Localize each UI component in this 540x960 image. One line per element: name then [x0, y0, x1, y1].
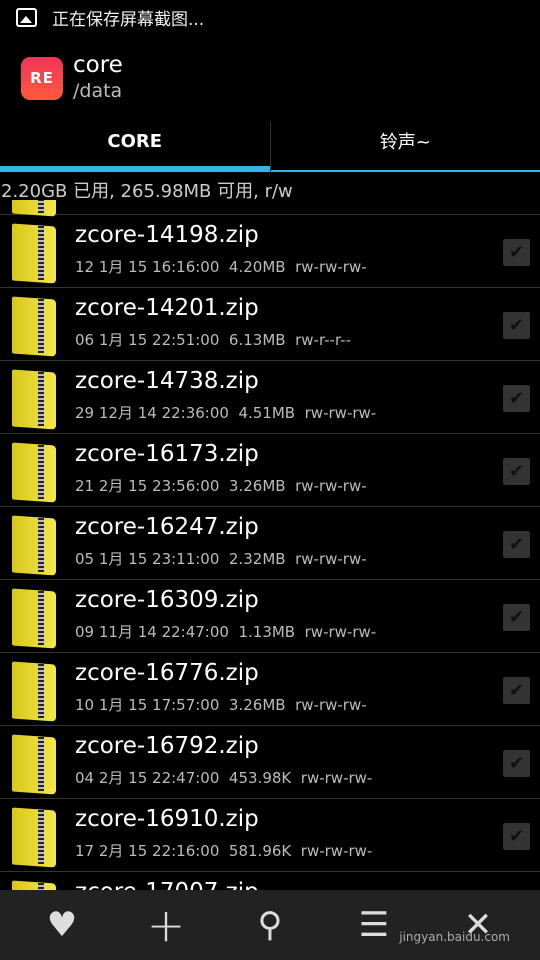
check-icon: ✔: [508, 753, 525, 774]
file-meta: 04 2月 15 22:47:00 453.98K rw-rw-rw-: [75, 769, 373, 787]
zip-folder-icon: [12, 200, 56, 217]
file-name: zcore-16792.zip: [75, 733, 259, 759]
tab-bar: CORE 铃声~: [0, 122, 540, 172]
check-icon: ✔: [508, 680, 525, 701]
zip-folder-icon: [12, 514, 56, 576]
file-meta: 10 1月 15 17:57:00 3.26MB rw-rw-rw-: [75, 696, 367, 714]
zip-folder-icon: [12, 295, 56, 357]
zip-folder-icon: [12, 587, 56, 649]
zip-folder-icon: [12, 806, 56, 868]
select-checkbox[interactable]: ✔: [503, 312, 530, 339]
check-icon: ✔: [508, 242, 525, 263]
zip-folder-icon: [12, 441, 56, 503]
list-item[interactable]: zcore-16776.zip 10 1月 15 17:57:00 3.26MB…: [0, 653, 540, 726]
select-checkbox[interactable]: ✔: [503, 385, 530, 412]
sort-icon: ☰: [358, 905, 390, 945]
list-item[interactable]: zcore-16247.zip 05 1月 15 23:11:00 2.32MB…: [0, 507, 540, 580]
tab-label: 铃声~: [379, 132, 431, 153]
zip-folder-icon: [12, 879, 56, 890]
image-icon: [16, 7, 37, 27]
app-logo[interactable]: RE: [21, 56, 63, 100]
file-name: zcore-16309.zip: [75, 587, 259, 613]
file-meta: 05 1月 15 23:11:00 2.32MB rw-rw-rw-: [75, 550, 367, 568]
select-checkbox[interactable]: ✔: [503, 677, 530, 704]
list-item[interactable]: zcore-14738.zip 29 12月 14 22:36:00 4.51M…: [0, 361, 540, 434]
status-text: 正在保存屏幕截图...: [52, 9, 205, 30]
file-name: zcore-17007.zip: [75, 879, 259, 890]
file-name: zcore-14738.zip: [75, 368, 259, 394]
tab-core[interactable]: CORE: [0, 122, 270, 172]
favorites-button[interactable]: ♥: [32, 905, 92, 945]
file-meta: 12 1月 15 16:16:00 4.20MB rw-rw-rw-: [75, 258, 367, 276]
app-header: RE core /data: [21, 52, 123, 104]
bottom-toolbar: ♥ + ⚲ ☰ ✕: [0, 890, 540, 960]
status-bar: 正在保存屏幕截图...: [0, 0, 540, 34]
file-name: zcore-14201.zip: [75, 295, 259, 321]
check-icon: ✔: [508, 534, 525, 555]
list-item[interactable]: zcore-17007.zip: [0, 872, 540, 890]
file-name: zcore-16173.zip: [75, 441, 259, 467]
select-checkbox[interactable]: ✔: [503, 823, 530, 850]
tab-label: CORE: [107, 130, 163, 152]
list-item[interactable]: zcore-16910.zip 17 2月 15 22:16:00 581.96…: [0, 799, 540, 872]
file-name: zcore-16776.zip: [75, 660, 259, 686]
tab-ringtones[interactable]: 铃声~: [269, 122, 540, 172]
select-checkbox[interactable]: ✔: [503, 239, 530, 266]
folder-path: /data: [73, 80, 123, 102]
file-meta: 21 2月 15 23:56:00 3.26MB rw-rw-rw-: [75, 477, 367, 495]
list-item[interactable]: zcore-14198.zip 12 1月 15 16:16:00 4.20MB…: [0, 215, 540, 288]
file-meta: 17 2月 15 22:16:00 581.96K rw-rw-rw-: [75, 842, 373, 860]
search-button[interactable]: ⚲: [240, 905, 300, 945]
list-item[interactable]: zcore-14201.zip 06 1月 15 22:51:00 6.13MB…: [0, 288, 540, 361]
file-meta: 09 11月 14 22:47:00 1.13MB rw-rw-rw-: [75, 623, 377, 641]
list-item-partial[interactable]: [0, 200, 540, 217]
list-item[interactable]: zcore-16309.zip 09 11月 14 22:47:00 1.13M…: [0, 580, 540, 653]
plus-icon: +: [146, 898, 186, 952]
add-button[interactable]: +: [136, 898, 196, 952]
folder-title: core: [73, 52, 123, 78]
select-checkbox[interactable]: ✔: [503, 458, 530, 485]
file-list[interactable]: zcore-14198.zip 12 1月 15 16:16:00 4.20MB…: [0, 200, 540, 890]
file-meta: 06 1月 15 22:51:00 6.13MB rw-r--r--: [75, 331, 352, 349]
zip-folder-icon: [12, 222, 56, 284]
file-name: zcore-14198.zip: [75, 222, 259, 248]
sort-button[interactable]: ☰: [344, 905, 404, 945]
check-icon: ✔: [508, 826, 525, 847]
select-checkbox[interactable]: ✔: [503, 750, 530, 777]
zip-folder-icon: [12, 368, 56, 430]
list-item[interactable]: zcore-16792.zip 04 2月 15 22:47:00 453.98…: [0, 726, 540, 799]
check-icon: ✔: [508, 461, 525, 482]
zip-folder-icon: [12, 733, 56, 795]
watermark: jingyan.baidu.com: [399, 930, 510, 944]
check-icon: ✔: [508, 388, 525, 409]
file-name: zcore-16910.zip: [75, 806, 259, 832]
select-checkbox[interactable]: ✔: [503, 604, 530, 631]
file-name: zcore-16247.zip: [75, 514, 259, 540]
heart-icon: ♥: [46, 905, 78, 945]
select-checkbox[interactable]: ✔: [503, 531, 530, 558]
list-item[interactable]: zcore-16173.zip 21 2月 15 23:56:00 3.26MB…: [0, 434, 540, 507]
zip-folder-icon: [12, 660, 56, 722]
check-icon: ✔: [508, 607, 525, 628]
check-icon: ✔: [508, 315, 525, 336]
search-icon: ⚲: [257, 905, 283, 945]
file-meta: 29 12月 14 22:36:00 4.51MB rw-rw-rw-: [75, 404, 377, 422]
